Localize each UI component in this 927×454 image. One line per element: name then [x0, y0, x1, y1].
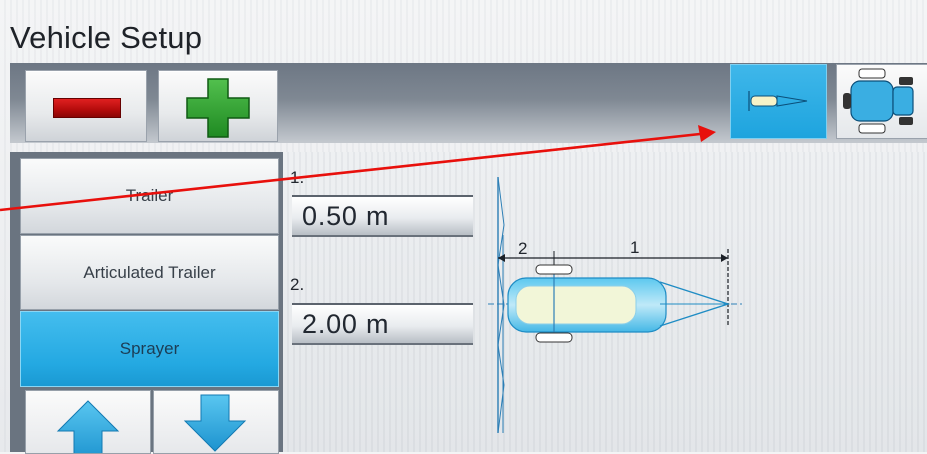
sprayer-top-view-icon: [748, 91, 808, 111]
sprayer-view-button[interactable]: [730, 64, 827, 139]
minus-icon: [53, 98, 121, 118]
sprayer-diagram: 2 1: [488, 176, 742, 434]
vehicle-type-trailer[interactable]: Trailer: [20, 158, 279, 234]
field-label-1: 1.: [290, 168, 305, 187]
dimension-1-field[interactable]: 0.50 m: [292, 195, 473, 237]
vehicle-setup-screen: Vehicle Setup Trailer Articulated Traile…: [0, 0, 927, 454]
scroll-down-button[interactable]: [153, 390, 279, 454]
dimension-label-1: 1: [630, 238, 639, 257]
vehicle-type-articulated-trailer[interactable]: Articulated Trailer: [20, 235, 279, 310]
dimension-2-field[interactable]: 2.00 m: [292, 303, 473, 345]
arrow-down-icon: [183, 394, 247, 452]
remove-vehicle-button[interactable]: [25, 70, 147, 142]
vehicle-type-sprayer[interactable]: Sprayer: [20, 311, 279, 387]
page-title: Vehicle Setup: [10, 20, 203, 55]
boom-lines: [497, 176, 505, 434]
plus-icon: [186, 78, 250, 138]
dimension-label-2: 2: [518, 239, 527, 258]
tractor-view-button[interactable]: [836, 64, 927, 139]
sprayer-body: [488, 264, 742, 343]
scroll-up-button[interactable]: [25, 390, 151, 454]
tractor-top-view-icon: [843, 68, 914, 134]
arrow-up-icon: [56, 400, 120, 453]
add-vehicle-button[interactable]: [158, 70, 278, 142]
field-label-2: 2.: [290, 275, 305, 294]
